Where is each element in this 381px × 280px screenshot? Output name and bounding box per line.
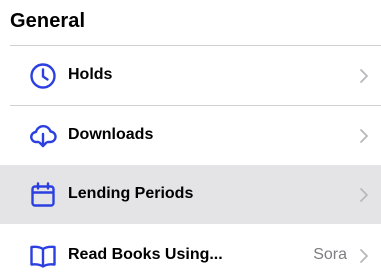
calendar-icon xyxy=(29,181,57,209)
clock-icon xyxy=(29,62,57,90)
open-book-icon xyxy=(29,242,57,270)
chevron-right-icon xyxy=(359,187,369,203)
settings-item-label: Holds xyxy=(68,66,113,83)
settings-item-label: Downloads xyxy=(68,126,154,143)
settings-item-downloads[interactable]: Downloads xyxy=(0,106,381,165)
chevron-right-icon xyxy=(359,248,369,264)
settings-item-lending-periods[interactable]: Lending Periods xyxy=(0,165,381,224)
settings-item-value: Sora xyxy=(313,246,347,263)
chevron-right-icon xyxy=(359,68,369,84)
settings-page: General Holds Downloads Lending Periods … xyxy=(0,0,381,280)
cloud-download-icon xyxy=(29,122,57,150)
chevron-right-icon xyxy=(359,128,369,144)
settings-item-label: Lending Periods xyxy=(68,185,194,202)
settings-item-read-books-using[interactable]: Read Books Using... Sora xyxy=(0,226,381,280)
settings-item-label: Read Books Using... xyxy=(68,246,223,263)
section-title: General xyxy=(10,10,86,32)
settings-item-holds[interactable]: Holds xyxy=(0,46,381,105)
